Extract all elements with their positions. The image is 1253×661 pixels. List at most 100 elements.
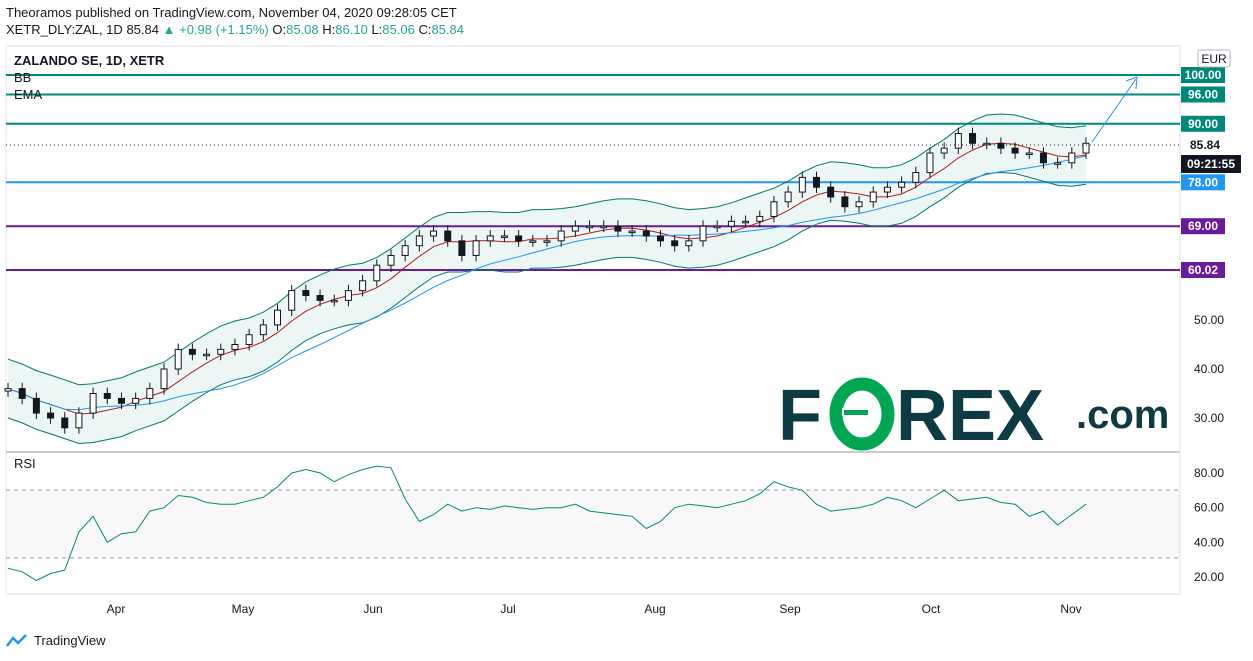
candle-body xyxy=(103,393,111,399)
change-value: +0.98 (+1.15%) xyxy=(179,22,269,37)
candle-body xyxy=(869,191,877,203)
level-label: 90.00 xyxy=(1188,117,1218,131)
candle-body xyxy=(898,181,906,188)
footer-brand-text: TradingView xyxy=(34,633,106,648)
candle-body xyxy=(969,133,977,144)
candle-body xyxy=(302,290,310,297)
price-tick: 30.00 xyxy=(1194,411,1224,425)
rsi-tick: 60.00 xyxy=(1194,501,1224,515)
low-value: 85.06 xyxy=(382,22,415,37)
candle-body xyxy=(245,334,253,346)
watermark-com: .com xyxy=(1076,393,1169,437)
candle-body xyxy=(997,142,1005,149)
candle-body xyxy=(600,225,608,229)
rsi-label: RSI xyxy=(14,456,36,471)
last-price-label: 85.84 xyxy=(1190,138,1220,152)
candle-body xyxy=(1025,152,1033,156)
candle-body xyxy=(316,295,324,301)
candle-body xyxy=(883,186,891,193)
candle-body xyxy=(628,230,636,234)
candle-body xyxy=(926,152,934,174)
candle-body xyxy=(47,412,55,419)
candle-body xyxy=(174,348,182,370)
legend-title[interactable]: ZALANDO SE, 1D, XETR xyxy=(14,52,164,69)
up-triangle-icon: ▲ xyxy=(162,22,176,37)
candle-body xyxy=(18,388,26,399)
candle-body xyxy=(117,397,125,404)
candle-body xyxy=(274,309,281,326)
legend-ema[interactable]: EMA xyxy=(14,86,164,103)
candle-body xyxy=(231,344,239,350)
open-value: 85.08 xyxy=(286,22,319,37)
rsi-tick: 20.00 xyxy=(1194,570,1224,584)
candle-body xyxy=(841,196,849,208)
candle-body xyxy=(89,393,97,414)
candle-body xyxy=(699,225,707,242)
time-tick: Jun xyxy=(363,602,382,616)
candle-body xyxy=(756,215,764,222)
candle-body xyxy=(742,220,750,224)
currency-label: EUR xyxy=(1201,52,1227,66)
candle-body xyxy=(671,240,679,247)
candle-body xyxy=(288,290,296,311)
candle-body xyxy=(515,235,523,242)
candle-body xyxy=(32,397,40,414)
symbol-text: XETR_DLY:ZAL, 1D xyxy=(6,22,123,37)
candle-body xyxy=(855,201,863,208)
candle-body xyxy=(458,240,466,256)
close-label: C: xyxy=(418,22,432,37)
publish-header: Theoramos published on TradingView.com, … xyxy=(6,4,464,38)
candle-body xyxy=(571,225,579,232)
forex-o-logo-icon xyxy=(829,377,895,451)
candle-body xyxy=(4,388,12,392)
time-tick: Apr xyxy=(107,602,126,616)
candle-body xyxy=(373,264,381,282)
candle-body xyxy=(444,230,452,242)
candle-body xyxy=(217,348,225,355)
candle-body xyxy=(557,230,565,242)
candle-body xyxy=(472,240,480,256)
candle-body xyxy=(727,220,735,227)
footer-brand[interactable]: TradingView xyxy=(6,633,106,648)
chart-legend: ZALANDO SE, 1D, XETR BB EMA xyxy=(14,52,164,103)
legend-bb[interactable]: BB xyxy=(14,69,164,86)
candle-body xyxy=(259,324,267,336)
candle-body xyxy=(430,230,438,237)
time-axis-labels: Apr May Jun Jul Aug Sep Oct Nov xyxy=(107,602,1082,616)
candle-body xyxy=(954,133,962,149)
candle-body xyxy=(940,147,948,154)
candle-body xyxy=(160,368,168,390)
projection-arrow xyxy=(1091,76,1138,143)
rsi-tick: 40.00 xyxy=(1194,535,1224,549)
time-tick: Jul xyxy=(500,602,515,616)
open-label: O: xyxy=(272,22,287,37)
candle-body xyxy=(132,397,140,404)
watermark-rex: REX xyxy=(896,376,1044,456)
candle-body xyxy=(614,225,622,232)
candle-body xyxy=(415,235,423,247)
candle-body xyxy=(61,417,69,429)
candle-body xyxy=(75,412,83,429)
chart-canvas[interactable]: 100.00 96.00 90.00 78.00 69.00 60.02 30.00 40.… xyxy=(0,0,1253,661)
clock-label: 09:21:55 xyxy=(1187,157,1235,171)
candle-body xyxy=(912,172,920,183)
candle-body xyxy=(344,290,352,301)
last-value: 85.84 xyxy=(126,22,159,37)
candle-body xyxy=(188,348,196,355)
level-label: 69.00 xyxy=(1188,219,1218,233)
candle-body xyxy=(813,176,820,188)
time-tick: Sep xyxy=(779,602,801,616)
time-tick: May xyxy=(232,602,255,616)
candle-body xyxy=(146,388,154,399)
candle-body xyxy=(359,280,367,292)
candle-body xyxy=(798,176,806,193)
candle-body xyxy=(770,201,778,217)
candle-body xyxy=(486,235,494,242)
candle-body xyxy=(330,299,338,303)
candle-body xyxy=(642,230,650,237)
level-label: 100.00 xyxy=(1185,68,1222,82)
tradingview-logo-icon xyxy=(6,633,27,647)
rsi-tick: 80.00 xyxy=(1194,466,1224,480)
candle-body xyxy=(1039,152,1047,164)
candle-body xyxy=(1054,162,1062,165)
